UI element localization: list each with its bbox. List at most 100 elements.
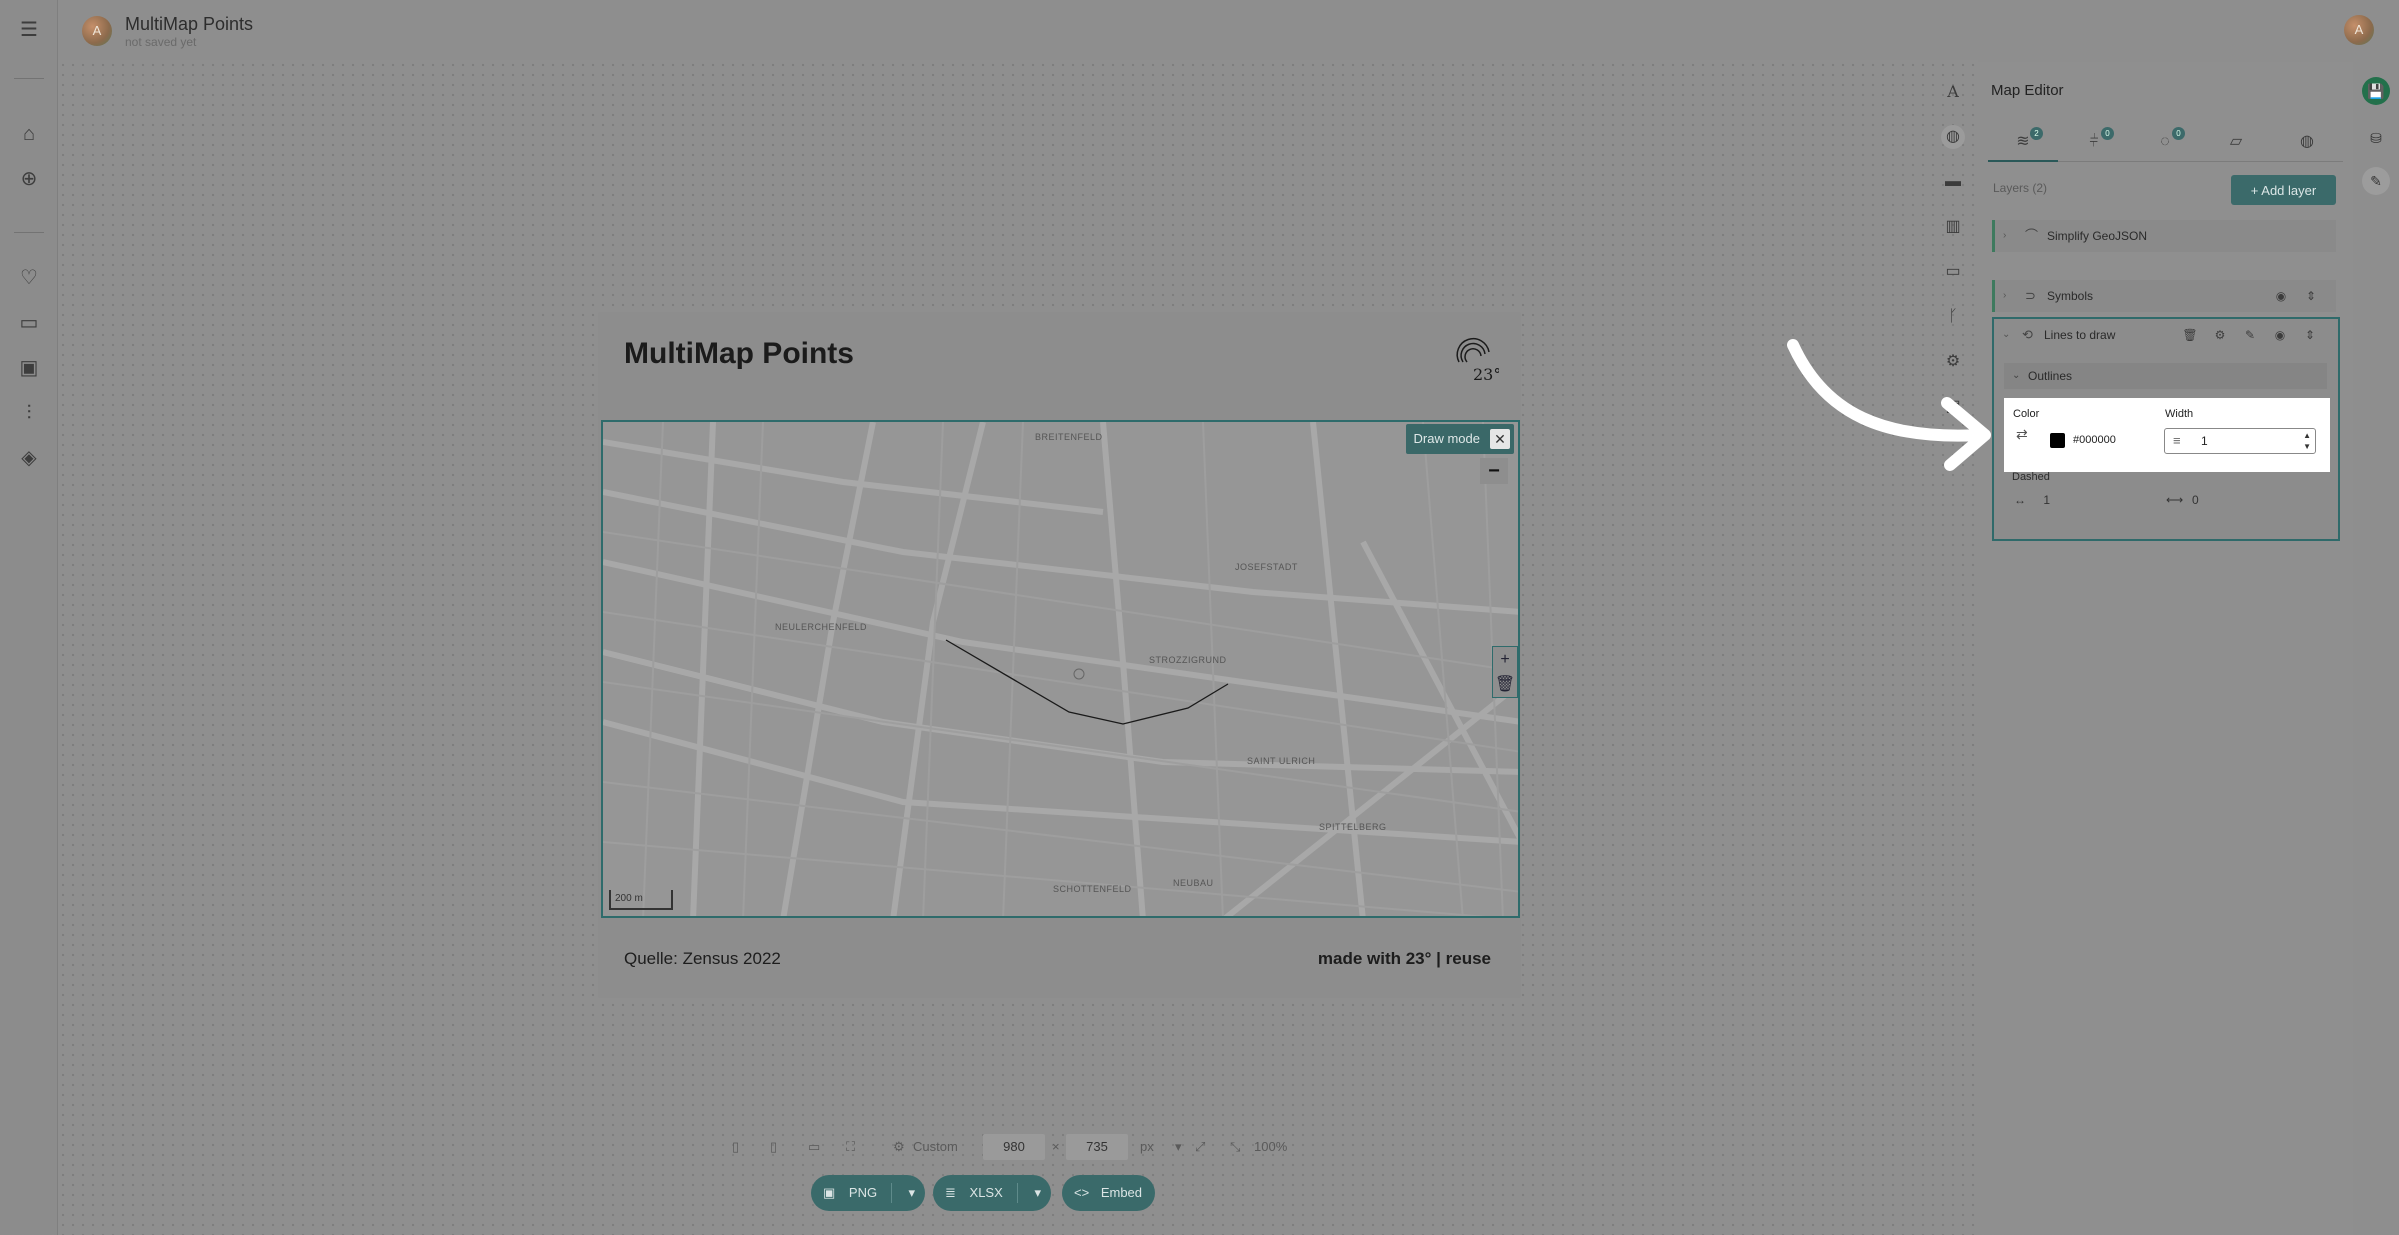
database-icon: ≣ [945, 1185, 956, 1200]
zoom-level: 100% [1254, 1139, 1288, 1154]
source-text[interactable]: Quelle: Zensus 2022 [624, 949, 781, 969]
layers-count: Layers (2) [1993, 181, 2048, 195]
resize-icon[interactable]: ⤡ [1230, 1134, 1240, 1160]
globe-icon: ◍ [2300, 133, 2314, 150]
layer-name: Simplify GeoJSON [2047, 229, 2148, 243]
chevron-down-icon[interactable]: ▾ [1175, 1134, 1182, 1160]
chevron-right-icon[interactable]: › [2003, 220, 2006, 252]
chevron-down-icon[interactable]: ▾ [908, 1175, 915, 1211]
tab-badge: 0 [2172, 127, 2185, 140]
link-icon[interactable]: ⤢ [1195, 1134, 1205, 1160]
laptop-icon[interactable]: ▭ [808, 1134, 820, 1160]
dashed-label: Dashed [2012, 471, 2050, 483]
export-xlsx-label: XLSX [969, 1185, 1003, 1200]
callout-arrow-icon [1787, 339, 1991, 471]
tab-layers[interactable]: ≋ 2 [1988, 122, 2058, 162]
reorder-icon[interactable]: ⇕ [2300, 319, 2320, 351]
draw-line-button[interactable]: + [1493, 647, 1517, 672]
eye-icon[interactable]: ◉ [2270, 319, 2290, 351]
menu-icon[interactable]: ☰ [17, 18, 41, 42]
width-input[interactable]: 980 [983, 1134, 1045, 1160]
map-view[interactable]: BREITENFELD JOSEFSTADT NEULERCHENFELD ST… [601, 420, 1520, 918]
symbol-icon: ⊃ [2025, 288, 2036, 303]
layer-symbols[interactable]: › ⊃ Symbols ◉ ⇕ [1992, 280, 2336, 312]
dash-gap-input[interactable]: 0 [2192, 493, 2199, 507]
map-label: NEULERCHENFELD [775, 622, 868, 632]
chevron-down-icon[interactable]: ▾ [1034, 1175, 1041, 1211]
user-avatar[interactable]: A [2344, 15, 2374, 45]
made-with-text[interactable]: made with 23° | reuse [1318, 949, 1491, 969]
stepper-icon[interactable]: ▲ ▼ [2303, 430, 2311, 452]
tab-globe[interactable]: ◍ [2272, 122, 2342, 162]
zoom-out-button[interactable]: − [1480, 458, 1508, 484]
dash-length-input[interactable]: 1 [2043, 493, 2050, 507]
trash-icon[interactable]: 🗑 [2180, 319, 2200, 351]
add-layer-button[interactable]: + Add layer [2231, 175, 2336, 205]
swap-icon[interactable]: ⇄ [2016, 426, 2028, 443]
logo-text: 23° [1473, 365, 1499, 384]
layer-name: Symbols [2047, 289, 2094, 303]
home-icon[interactable]: ⌂ [17, 122, 41, 146]
pencil-icon[interactable]: ✎ [2362, 167, 2390, 195]
tab-legend[interactable]: ◌ 0 [2130, 122, 2200, 162]
top-bar [58, 0, 2399, 60]
pencil-icon[interactable]: ✎ [2240, 319, 2260, 351]
color-value[interactable]: #000000 [2073, 434, 2116, 446]
unit-select[interactable]: px [1140, 1134, 1154, 1160]
chevron-right-icon[interactable]: › [2003, 280, 2006, 312]
settings-icon[interactable]: ⚙ [2210, 319, 2230, 351]
folder-icon[interactable]: ▭ [17, 311, 41, 335]
color-swatch[interactable] [2050, 433, 2065, 448]
comment-icon[interactable]: ▬ [1941, 170, 1965, 194]
sliders-icon[interactable]: ⫶ [17, 401, 41, 425]
tab-filters[interactable]: ⫩ 0 [2059, 122, 2129, 162]
heart-icon[interactable]: ♡ [17, 266, 41, 290]
layer-simplify-geojson[interactable]: › ⌒ Simplify GeoJSON [1992, 220, 2336, 252]
width-input[interactable]: ≡ 1 ▲ ▼ [2164, 428, 2316, 454]
tab-badge: 0 [2101, 127, 2114, 140]
preset-label[interactable]: Custom [913, 1134, 958, 1160]
globe-icon[interactable]: ◍ [1941, 125, 1965, 149]
branch-icon[interactable]: ᚴ [1941, 305, 1965, 329]
project-title[interactable]: MultiMap Points [125, 14, 253, 35]
text-icon[interactable]: A [1941, 80, 1965, 104]
line-width-icon: ≡ [2173, 433, 2181, 448]
width-label: Width [2165, 408, 2194, 420]
project-avatar[interactable]: A [82, 16, 112, 46]
chevron-down-icon[interactable]: ⌄ [2012, 363, 2020, 389]
layer-name: Lines to draw [2044, 328, 2116, 342]
map-card: MultiMap Points 23° BREITENFELD JOSEFSTA… [598, 312, 1521, 998]
eye-icon[interactable]: ◉ [2271, 280, 2291, 312]
layer-header[interactable]: ⌄ ⟲ Lines to draw 🗑 ⚙ ✎ ◉ ⇕ [1994, 319, 2338, 351]
trash-icon[interactable]: 🗑 [1493, 672, 1517, 697]
map-label: SCHOTTENFELD [1053, 884, 1132, 894]
add-icon[interactable]: ⊕ [17, 167, 41, 191]
width-value: 1 [2201, 434, 2208, 448]
tab-map[interactable]: ▱ [2201, 122, 2271, 162]
card-title[interactable]: MultiMap Points [624, 337, 854, 371]
logo-23-icon: 23° [1456, 337, 1499, 384]
legend-icon: ◌ [2160, 133, 2170, 150]
outlines-section[interactable]: ⌄ Outlines [2004, 363, 2327, 389]
embed-button[interactable]: <> Embed [1062, 1175, 1155, 1211]
close-draw-mode-button[interactable]: ✕ [1490, 429, 1510, 449]
divider [891, 1183, 892, 1203]
export-xlsx-button[interactable]: ≣ XLSX ▾ [933, 1175, 1051, 1211]
height-input[interactable]: 735 [1066, 1134, 1128, 1160]
book-icon[interactable]: ▥ [1941, 215, 1965, 239]
save-button[interactable]: 💾 [2362, 77, 2390, 105]
reorder-icon[interactable]: ⇕ [2301, 280, 2321, 312]
export-png-label: PNG [848, 1185, 878, 1200]
chevron-down-icon[interactable]: ⌄ [2002, 319, 2010, 351]
presentation-icon[interactable]: ▭ [1941, 260, 1965, 284]
map-label: JOSEFSTADT [1235, 562, 1298, 572]
export-png-button[interactable]: ▣ PNG ▾ [811, 1175, 925, 1211]
fullscreen-icon[interactable]: ⛶ [846, 1134, 855, 1160]
rotate-icon[interactable]: ▯ [732, 1134, 739, 1160]
database-icon[interactable]: ⛁ [2362, 124, 2390, 152]
mobile-icon[interactable]: ▯ [770, 1134, 777, 1160]
map-streets [603, 422, 1518, 916]
map-icon: ▱ [2229, 133, 2243, 150]
image-icon[interactable]: ▣ [17, 356, 41, 380]
layers-icon[interactable]: ◈ [17, 446, 41, 470]
